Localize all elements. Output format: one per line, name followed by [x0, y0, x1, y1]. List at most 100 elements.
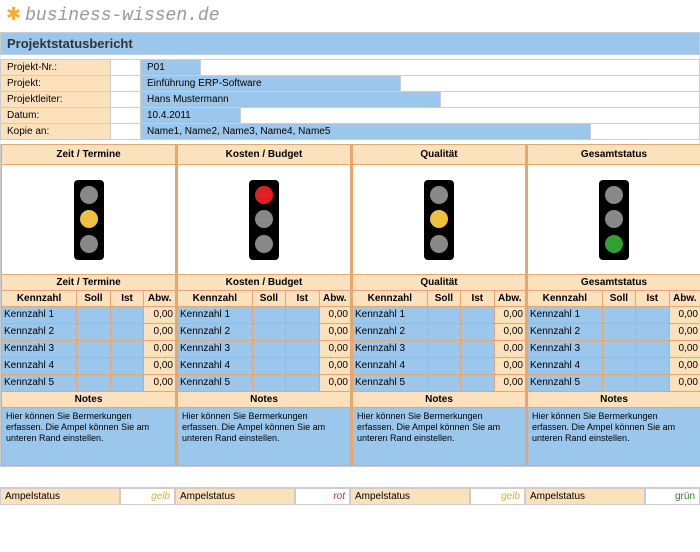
notes-body[interactable]: Hier können Sie Bermerkungen erfassen. D…	[177, 408, 351, 466]
kpi-name-cell[interactable]: Kennzahl 5	[2, 375, 76, 391]
kpi-soll-cell[interactable]	[252, 358, 285, 374]
kpi-ist-cell[interactable]	[635, 324, 668, 340]
kpi-name-cell[interactable]: Kennzahl 4	[528, 358, 602, 374]
ampelstatus-value[interactable]: grün	[645, 488, 700, 505]
kpi-ist-cell[interactable]	[110, 375, 144, 391]
notes-body[interactable]: Hier können Sie Bermerkungen erfassen. D…	[1, 408, 176, 466]
kpi-column-headers: KennzahlSollIstAbw.	[177, 291, 351, 307]
kpi-row: Kennzahl 50,00	[352, 375, 526, 392]
traffic-light-area	[527, 165, 700, 275]
kpi-name-cell[interactable]: Kennzahl 5	[353, 375, 427, 391]
kpi-name-cell[interactable]: Kennzahl 1	[2, 307, 76, 323]
kpi-soll-cell[interactable]	[602, 358, 635, 374]
kpi-soll-cell[interactable]	[252, 341, 285, 357]
kpi-soll-cell[interactable]	[427, 358, 460, 374]
kpi-soll-cell[interactable]	[602, 341, 635, 357]
kpi-row: Kennzahl 20,00	[527, 324, 700, 341]
kpi-column-headers: KennzahlSollIstAbw.	[352, 291, 526, 307]
kpi-ist-cell[interactable]	[285, 307, 318, 323]
metadata-block: Projekt-Nr.: P01 Projekt: Einführung ERP…	[0, 59, 700, 140]
kpi-ist-cell[interactable]	[460, 375, 493, 391]
notes-body[interactable]: Hier können Sie Bermerkungen erfassen. D…	[527, 408, 700, 466]
kpi-abw-cell: 0,00	[319, 358, 350, 374]
col-kennzahl: Kennzahl	[178, 291, 252, 306]
kpi-name-cell[interactable]: Kennzahl 5	[528, 375, 602, 391]
kpi-name-cell[interactable]: Kennzahl 5	[178, 375, 252, 391]
meta-lead-value[interactable]: Hans Mustermann	[141, 92, 441, 107]
kpi-ist-cell[interactable]	[635, 358, 668, 374]
kpi-ist-cell[interactable]	[285, 341, 318, 357]
kpi-name-cell[interactable]: Kennzahl 1	[528, 307, 602, 323]
kpi-soll-cell[interactable]	[602, 375, 635, 391]
kpi-ist-cell[interactable]	[110, 341, 144, 357]
kpi-abw-cell: 0,00	[669, 358, 700, 374]
kpi-soll-cell[interactable]	[252, 307, 285, 323]
kpi-row: Kennzahl 50,00	[1, 375, 176, 392]
kpi-abw-cell: 0,00	[669, 375, 700, 391]
kpi-soll-cell[interactable]	[427, 307, 460, 323]
kpi-name-cell[interactable]: Kennzahl 2	[2, 324, 76, 340]
kpi-ist-cell[interactable]	[460, 341, 493, 357]
kpi-row: Kennzahl 10,00	[1, 307, 176, 324]
kpi-soll-cell[interactable]	[252, 324, 285, 340]
notes-body[interactable]: Hier können Sie Bermerkungen erfassen. D…	[352, 408, 526, 466]
kpi-soll-cell[interactable]	[76, 307, 110, 323]
kpi-row: Kennzahl 10,00	[177, 307, 351, 324]
section-3: GesamtstatusGesamtstatusKennzahlSollIstA…	[526, 144, 700, 466]
yellow-lamp-icon	[430, 210, 448, 228]
meta-copy-value[interactable]: Name1, Name2, Name3, Name4, Name5	[141, 124, 591, 139]
kpi-row: Kennzahl 20,00	[1, 324, 176, 341]
kpi-ist-cell[interactable]	[635, 307, 668, 323]
kpi-row: Kennzahl 40,00	[352, 358, 526, 375]
kpi-name-cell[interactable]: Kennzahl 4	[2, 358, 76, 374]
kpi-ist-cell[interactable]	[285, 358, 318, 374]
kpi-ist-cell[interactable]	[110, 358, 144, 374]
kpi-ist-cell[interactable]	[460, 324, 493, 340]
kpi-soll-cell[interactable]	[427, 375, 460, 391]
kpi-name-cell[interactable]: Kennzahl 1	[353, 307, 427, 323]
kpi-ist-cell[interactable]	[285, 324, 318, 340]
ampelstatus-value[interactable]: gelb	[470, 488, 525, 505]
kpi-ist-cell[interactable]	[460, 307, 493, 323]
kpi-name-cell[interactable]: Kennzahl 1	[178, 307, 252, 323]
kpi-soll-cell[interactable]	[252, 375, 285, 391]
kpi-soll-cell[interactable]	[76, 324, 110, 340]
kpi-ist-cell[interactable]	[110, 307, 144, 323]
kpi-ist-cell[interactable]	[635, 341, 668, 357]
kpi-soll-cell[interactable]	[76, 341, 110, 357]
kpi-soll-cell[interactable]	[76, 358, 110, 374]
ampelstatus-value[interactable]: rot	[295, 488, 350, 505]
kpi-ist-cell[interactable]	[285, 375, 318, 391]
kpi-soll-cell[interactable]	[427, 341, 460, 357]
meta-project-value[interactable]: Einführung ERP-Software	[141, 76, 401, 91]
green-lamp-icon	[605, 235, 623, 253]
kpi-name-cell[interactable]: Kennzahl 2	[178, 324, 252, 340]
kpi-soll-cell[interactable]	[76, 375, 110, 391]
kpi-soll-cell[interactable]	[602, 324, 635, 340]
section-header: Zeit / Termine	[1, 144, 176, 165]
meta-date-value[interactable]: 10.4.2011	[141, 108, 241, 123]
kpi-name-cell[interactable]: Kennzahl 3	[528, 341, 602, 357]
kpi-soll-cell[interactable]	[602, 307, 635, 323]
notes-header: Notes	[1, 392, 176, 408]
kpi-ist-cell[interactable]	[110, 324, 144, 340]
meta-project-nr-value[interactable]: P01	[141, 60, 201, 75]
ampelstatus-value[interactable]: gelb	[120, 488, 175, 505]
kpi-row: Kennzahl 5 0,00	[177, 375, 351, 392]
kpi-name-cell[interactable]: Kennzahl 4	[353, 358, 427, 374]
kpi-name-cell[interactable]: Kennzahl 4	[178, 358, 252, 374]
kpi-soll-cell[interactable]	[427, 324, 460, 340]
kpi-name-cell[interactable]: Kennzahl 3	[178, 341, 252, 357]
kpi-name-cell[interactable]: Kennzahl 2	[353, 324, 427, 340]
kpi-row: Kennzahl 10,00	[527, 307, 700, 324]
kpi-ist-cell[interactable]	[635, 375, 668, 391]
kpi-name-cell[interactable]: Kennzahl 3	[353, 341, 427, 357]
kpi-name-cell[interactable]: Kennzahl 2	[528, 324, 602, 340]
col-kennzahl: Kennzahl	[2, 291, 76, 306]
kpi-ist-cell[interactable]	[460, 358, 493, 374]
col-abw: Abw.	[143, 291, 175, 306]
col-soll: Soll	[427, 291, 460, 306]
kpi-abw-cell: 0,00	[319, 375, 350, 391]
kpi-name-cell[interactable]: Kennzahl 3	[2, 341, 76, 357]
kpi-abw-cell: 0,00	[494, 324, 525, 340]
